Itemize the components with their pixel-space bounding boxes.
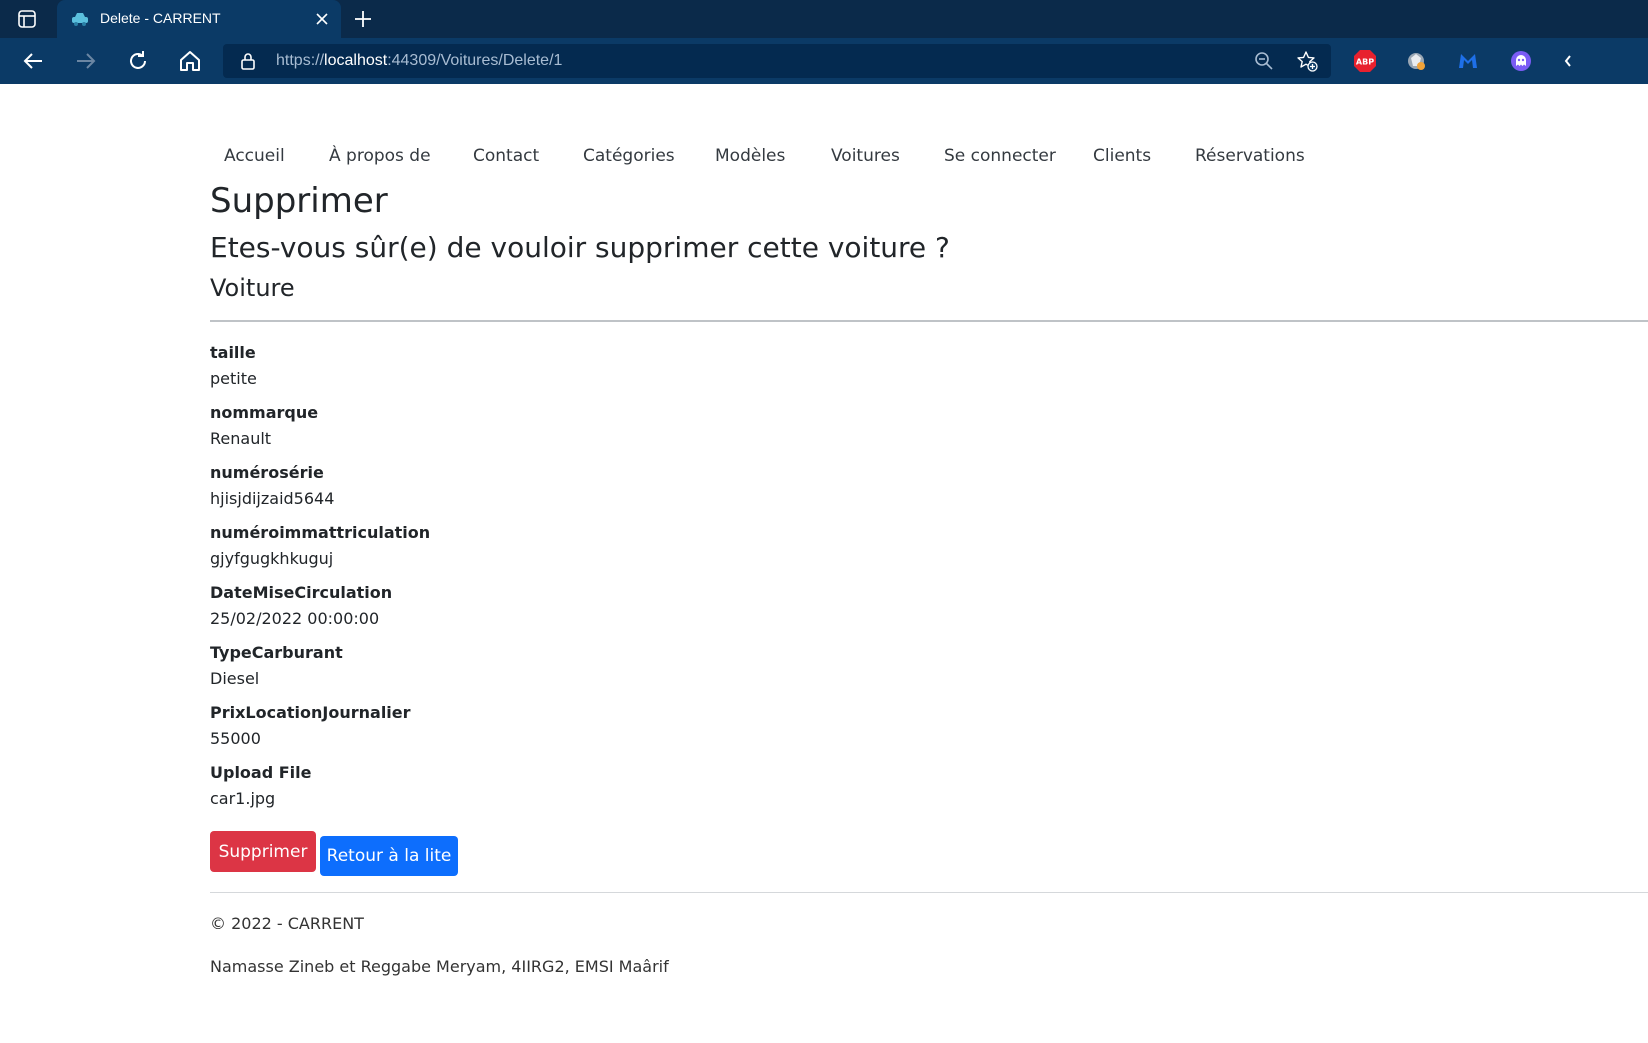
refresh-icon[interactable]	[126, 49, 150, 73]
nav-accueil[interactable]: Accueil	[224, 146, 285, 166]
more-extensions-icon[interactable]	[1558, 49, 1582, 73]
malwarebytes-icon[interactable]	[1456, 49, 1480, 73]
lock-icon[interactable]	[240, 52, 256, 70]
nav-reservations[interactable]: Réservations	[1195, 146, 1305, 166]
web-page: Accueil À propos de Contact Catégories M…	[0, 84, 1648, 1043]
close-tab-icon[interactable]	[314, 11, 330, 27]
footer-copyright: © 2022 - CARRENT	[210, 914, 364, 933]
url-scheme: https://	[276, 52, 325, 69]
detail-value-nommarque: Renault	[210, 429, 272, 448]
forward-icon[interactable]	[74, 49, 98, 73]
nav-voitures[interactable]: Voitures	[831, 146, 900, 166]
detail-value-taille: petite	[210, 369, 257, 388]
adblock-plus-icon[interactable]: ABP	[1353, 49, 1377, 73]
page-title: Supprimer	[210, 181, 388, 221]
entity-heading: Voiture	[210, 274, 295, 302]
detail-label-numeroimmatriculation: numéroimmattriculation	[210, 523, 431, 542]
address-bar[interactable]: https://localhost:44309/Voitures/Delete/…	[223, 44, 1331, 78]
stylus-extension-icon[interactable]	[1404, 49, 1428, 73]
detail-label-upload-file: Upload File	[210, 763, 312, 782]
detail-value-upload-file: car1.jpg	[210, 789, 276, 808]
footer-authors: Namasse Zineb et Reggabe Meryam, 4IIRG2,…	[210, 957, 669, 976]
detail-value-type-carburant: Diesel	[210, 669, 260, 688]
browser-toolbar: https://localhost:44309/Voitures/Delete/…	[0, 38, 1648, 84]
back-to-list-button[interactable]: Retour à la lite	[320, 836, 458, 876]
browser-tab-strip: Delete - CARRENT	[0, 0, 1648, 38]
nav-categories[interactable]: Catégories	[583, 146, 675, 166]
divider	[210, 320, 1648, 322]
detail-value-numeroserie: hjisjdijzaid5644	[210, 489, 335, 508]
add-favorite-icon[interactable]	[1296, 50, 1318, 72]
nav-contact[interactable]: Contact	[473, 146, 539, 166]
home-icon[interactable]	[178, 49, 202, 73]
url-text[interactable]: https://localhost:44309/Voitures/Delete/…	[276, 52, 562, 70]
nav-modeles[interactable]: Modèles	[715, 146, 785, 166]
footer-divider	[210, 892, 1648, 893]
car-favicon-icon	[72, 13, 88, 26]
url-host: localhost	[324, 52, 388, 69]
url-path: :44309/Voitures/Delete/1	[387, 52, 563, 69]
detail-label-type-carburant: TypeCarburant	[210, 643, 343, 662]
new-tab-icon[interactable]	[352, 8, 374, 30]
detail-label-prix-location: PrixLocationJournalier	[210, 703, 411, 722]
detail-label-taille: taille	[210, 343, 256, 362]
abp-label: ABP	[1356, 58, 1374, 67]
ghost-extension-icon[interactable]	[1509, 49, 1533, 73]
detail-value-date-mise-circulation: 25/02/2022 00:00:00	[210, 609, 380, 628]
tab-title: Delete - CARRENT	[100, 10, 221, 26]
zoom-out-icon[interactable]	[1254, 51, 1274, 71]
confirm-question: Etes-vous sûr(e) de vouloir supprimer ce…	[210, 231, 950, 264]
nav-se-connecter[interactable]: Se connecter	[944, 146, 1056, 166]
back-icon[interactable]	[21, 49, 45, 73]
detail-label-nommarque: nommarque	[210, 403, 319, 422]
detail-value-numeroimmatriculation: gjyfgugkhkuguj	[210, 549, 334, 568]
detail-label-date-mise-circulation: DateMiseCirculation	[210, 583, 393, 602]
browser-tab-active[interactable]: Delete - CARRENT	[57, 0, 341, 38]
nav-a-propos[interactable]: À propos de	[329, 146, 431, 166]
detail-value-prix-location: 55000	[210, 729, 261, 748]
tab-actions-icon[interactable]	[17, 9, 37, 29]
details-list: taille petite nommarque Renault numérosé…	[210, 342, 1010, 822]
nav-clients[interactable]: Clients	[1093, 146, 1151, 166]
detail-label-numeroserie: numérosérie	[210, 463, 324, 482]
delete-button[interactable]: Supprimer	[210, 831, 316, 872]
